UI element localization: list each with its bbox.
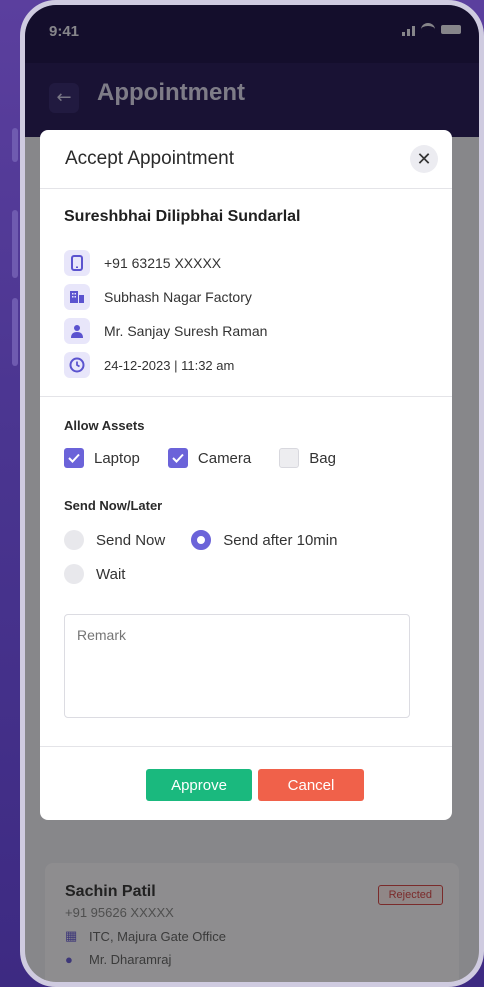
- checkbox-label: Camera: [197, 449, 252, 467]
- checkbox-checked-icon[interactable]: [64, 448, 84, 468]
- person-icon: [64, 318, 90, 344]
- close-icon[interactable]: ✕: [410, 145, 438, 173]
- checkbox-checked-icon[interactable]: [167, 448, 188, 468]
- radio-send-after-10min[interactable]: Send after 10min: [191, 530, 337, 550]
- side-button: [12, 298, 18, 366]
- send-radio-group-2: Wait: [64, 564, 125, 584]
- datetime-row: 24-12-2023 | 11:32 am: [64, 352, 234, 378]
- modal-title: Accept Appointment: [65, 148, 234, 169]
- checkbox-label: Laptop: [94, 449, 140, 467]
- radio-label: Wait: [96, 565, 126, 583]
- visitor-name: Sureshbhai Dilipbhai Sundarlal: [64, 208, 301, 225]
- mobile-icon: [64, 250, 90, 276]
- accept-appointment-modal: Accept Appointment ✕ Sureshbhai Dilipbha…: [40, 130, 452, 820]
- checkbox-camera[interactable]: Camera: [167, 448, 252, 468]
- host-row: Mr. Sanjay Suresh Raman: [64, 318, 267, 344]
- clock-icon: [64, 352, 90, 378]
- send-now-later-label: Send Now/Later: [64, 498, 163, 513]
- checkbox-label: Bag: [309, 449, 336, 467]
- modal-header: Accept Appointment ✕: [40, 130, 452, 189]
- side-button: [12, 128, 18, 162]
- location-text: Subhash Nagar Factory: [104, 289, 252, 305]
- remark-textarea[interactable]: [64, 614, 410, 718]
- radio-send-now[interactable]: Send Now: [64, 530, 165, 550]
- approve-button[interactable]: Approve: [146, 769, 252, 801]
- radio-wait[interactable]: Wait: [64, 564, 125, 584]
- radio-selected-icon[interactable]: [191, 530, 212, 550]
- checkbox-bag[interactable]: Bag: [279, 448, 336, 468]
- checkbox-laptop[interactable]: Laptop: [64, 448, 140, 468]
- phone-row: +91 63215 XXXXX: [64, 250, 221, 276]
- side-button: [12, 210, 18, 278]
- radio-unselected-icon[interactable]: [64, 530, 84, 550]
- phone-text: +91 63215 XXXXX: [104, 255, 222, 271]
- location-row: Subhash Nagar Factory: [64, 284, 252, 310]
- allow-assets-label: Allow Assets: [64, 418, 145, 433]
- send-radio-group: Send Now Send after 10min: [64, 530, 337, 550]
- checkbox-unchecked-icon[interactable]: [279, 448, 300, 468]
- cancel-button[interactable]: Cancel: [258, 769, 364, 801]
- assets-checkbox-group: Laptop Camera Bag: [64, 448, 336, 468]
- datetime-text: 24-12-2023 | 11:32 am: [104, 357, 235, 373]
- modal-footer: Approve Cancel: [40, 746, 452, 820]
- radio-unselected-icon[interactable]: [64, 564, 84, 584]
- building-icon: [64, 284, 90, 310]
- visitor-info: Sureshbhai Dilipbhai Sundarlal +91 63215…: [40, 188, 452, 397]
- radio-label: Send Now: [96, 531, 166, 549]
- host-text: Mr. Sanjay Suresh Raman: [104, 323, 268, 339]
- radio-label: Send after 10min: [223, 531, 338, 549]
